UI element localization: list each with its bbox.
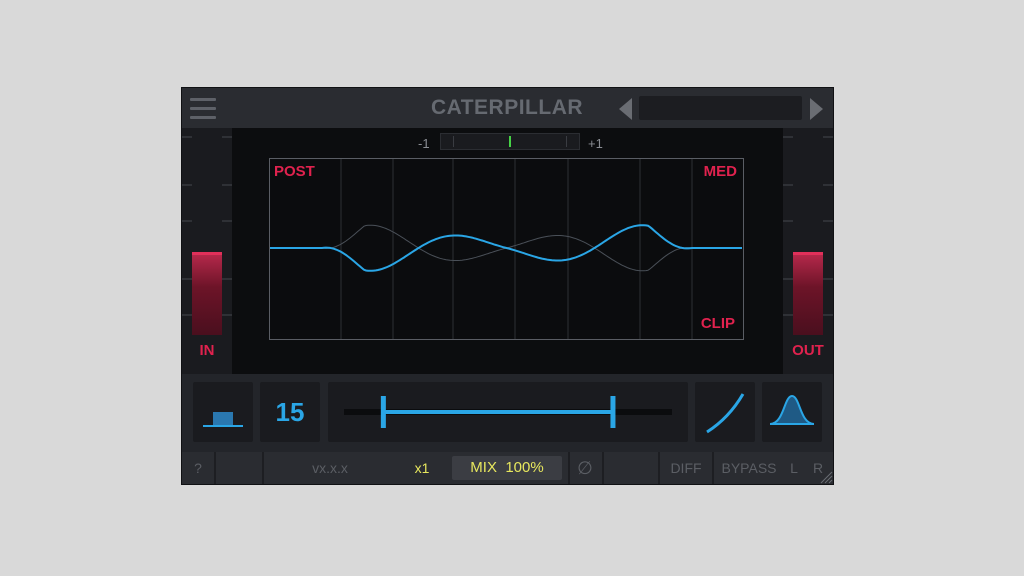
correlation-needle: [509, 136, 511, 147]
output-gain-fader[interactable]: [793, 252, 823, 335]
footer-divider: [602, 452, 604, 484]
menu-icon[interactable]: [190, 98, 216, 120]
controls-row: 15: [182, 374, 833, 452]
input-gain-fader[interactable]: [192, 252, 222, 335]
scale-tick: [222, 184, 232, 186]
version-label: vx.x.x: [312, 460, 348, 476]
scale-tick: [222, 136, 232, 138]
footer-divider: [568, 452, 570, 484]
footer-divider: [712, 452, 714, 484]
oversampling-button[interactable]: x1: [404, 456, 440, 480]
med-label[interactable]: MED: [704, 163, 737, 180]
waveform-display: POST MED CLIP: [269, 158, 744, 340]
next-preset-icon[interactable]: [810, 98, 823, 120]
scale-tick: [783, 136, 793, 138]
scale-tick: [783, 278, 793, 280]
output-strip: OUT: [783, 128, 833, 374]
scale-tick: [823, 184, 833, 186]
scale-tick: [783, 220, 793, 222]
curve-icon: [706, 393, 745, 434]
plugin-window: CATERPILLAR IN -1 +1 POST MED CLIP OUT 1…: [182, 88, 833, 484]
correlation-min-label: -1: [418, 136, 430, 151]
phase-invert-icon[interactable]: ∅: [572, 456, 598, 480]
scale-tick: [182, 184, 192, 186]
input-label: IN: [199, 342, 215, 359]
scale-tick: [222, 220, 232, 222]
curve-button[interactable]: [695, 382, 755, 442]
previous-preset-icon[interactable]: [619, 98, 632, 120]
correlation-meter: [440, 133, 580, 150]
scale-tick: [823, 314, 833, 316]
scale-tick: [222, 314, 232, 316]
scale-tick: [823, 278, 833, 280]
scale-tick: [182, 220, 192, 222]
scale-tick: [823, 136, 833, 138]
scale-tick: [222, 278, 232, 280]
post-label[interactable]: POST: [274, 163, 315, 180]
preset-selector[interactable]: [639, 96, 802, 120]
value-display[interactable]: 15: [260, 382, 320, 442]
diff-button[interactable]: DIFF: [666, 456, 706, 480]
bypass-button[interactable]: BYPASS: [716, 456, 782, 480]
help-button[interactable]: ?: [186, 456, 210, 480]
footer-divider: [214, 452, 216, 484]
bell-button[interactable]: [762, 382, 822, 442]
header-bar: CATERPILLAR: [182, 88, 833, 128]
plugin-title: CATERPILLAR: [430, 96, 584, 119]
scale-tick: [783, 184, 793, 186]
footer-bar: ? vx.x.x x1 MIX 100% ∅ DIFF BYPASS L R: [182, 452, 833, 484]
output-label: OUT: [792, 342, 824, 359]
mix-label: MIX: [470, 459, 497, 476]
lowpass-shape-icon: [203, 412, 243, 427]
meter-divider: [566, 136, 567, 147]
input-strip: IN: [182, 128, 232, 374]
left-channel-button[interactable]: L: [786, 456, 802, 480]
filter-shape-button[interactable]: [193, 382, 253, 442]
footer-divider: [658, 452, 660, 484]
range-slider[interactable]: [328, 382, 688, 442]
scale-tick: [182, 136, 192, 138]
scale-tick: [783, 314, 793, 316]
footer-divider: [262, 452, 264, 484]
meter-divider: [453, 136, 454, 147]
resize-grip-icon[interactable]: [819, 470, 833, 484]
scale-tick: [182, 314, 192, 316]
bell-icon: [769, 394, 815, 425]
range-slider-svg: [344, 396, 672, 428]
main-display: IN -1 +1 POST MED CLIP OUT: [182, 128, 833, 374]
scale-tick: [182, 278, 192, 280]
correlation-max-label: +1: [588, 136, 603, 151]
mix-control[interactable]: MIX 100%: [452, 456, 562, 480]
clip-label[interactable]: CLIP: [701, 315, 735, 332]
mix-value: 100%: [505, 459, 544, 476]
scale-tick: [823, 220, 833, 222]
waveform-svg: [270, 159, 742, 339]
